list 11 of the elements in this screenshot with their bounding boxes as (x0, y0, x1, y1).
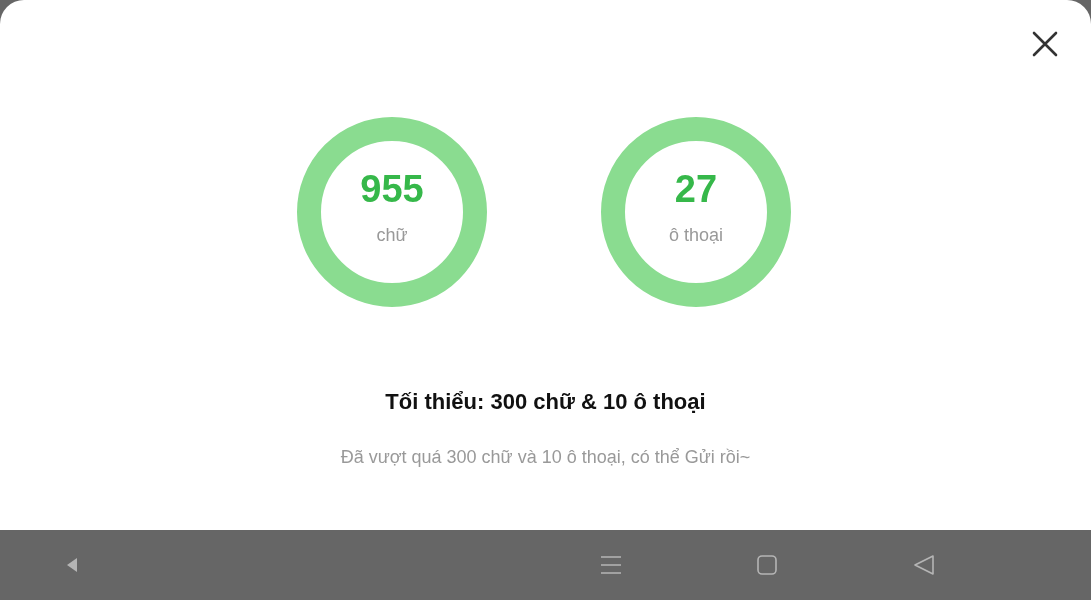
count-unit: ô thoại (668, 226, 723, 244)
back-icon[interactable] (913, 555, 935, 575)
back-icon[interactable] (66, 557, 78, 573)
menu-icon[interactable] (600, 555, 622, 575)
close-icon (1032, 31, 1058, 57)
home-icon[interactable] (757, 555, 777, 575)
count-unit: chữ (376, 226, 408, 244)
requirement-text: Tối thiểu: 300 chữ & 10 ô thoại (384, 388, 707, 416)
count-value: 27 (674, 170, 718, 208)
status-message: Đã vượt quá 300 chữ và 10 ô thoại, có thể Gửi rồi~ (339, 446, 752, 469)
count-value: 955 (360, 170, 424, 208)
